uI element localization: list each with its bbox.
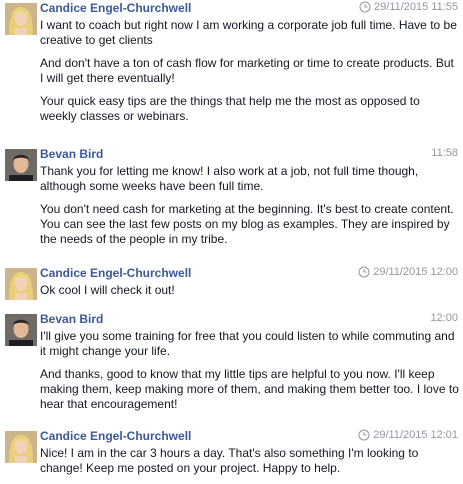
message-text: Ok cool I will check it out! xyxy=(40,283,175,297)
message-time: 11:55 xyxy=(431,1,458,13)
clock-icon xyxy=(358,266,370,278)
message-body: I'll give you some training for free tha… xyxy=(40,329,459,420)
message-text: I want to coach but right now I am worki… xyxy=(40,18,457,47)
clock-icon xyxy=(358,429,370,441)
sender-name[interactable]: Candice Engel-Churchwell xyxy=(40,266,191,280)
message-timestamp: 29/11/2015 12:00 xyxy=(358,266,458,278)
message-timestamp: 29/11/2015 12:01 xyxy=(358,429,458,441)
message-text: And don't have a ton of cash flow for ma… xyxy=(40,56,454,85)
sender-name[interactable]: Bevan Bird xyxy=(40,312,103,326)
sender-avatar[interactable] xyxy=(5,149,37,181)
clock-icon xyxy=(359,1,371,13)
sender-avatar[interactable] xyxy=(5,314,37,346)
message-time: 12:00 xyxy=(430,312,458,324)
message-group: Candice Engel-Churchwell 29/11/2015 12:0… xyxy=(0,428,463,481)
message-time: 12:00 xyxy=(430,266,458,278)
sender-name[interactable]: Bevan Bird xyxy=(40,147,103,161)
message-text: Your quick easy tips are the things that… xyxy=(40,94,420,123)
message-body: Ok cool I will check it out! xyxy=(40,283,459,306)
sender-name[interactable]: Candice Engel-Churchwell xyxy=(40,429,191,443)
sender-avatar[interactable] xyxy=(5,431,37,463)
message-timestamp: 29/11/2015 11:55 xyxy=(359,1,458,13)
message-date: 29/11/2015 xyxy=(373,429,428,441)
message-timestamp: 11:58 xyxy=(431,147,458,159)
message-group: Candice Engel-Churchwell 29/11/2015 11:5… xyxy=(0,0,463,134)
message-date: 29/11/2015 xyxy=(373,266,428,278)
message-timestamp: 12:00 xyxy=(430,312,458,324)
message-text: You don't need cash for marketing at the… xyxy=(40,202,454,246)
sender-name[interactable]: Candice Engel-Churchwell xyxy=(40,1,191,15)
message-text: Nice! I am in the car 3 hours a day. Tha… xyxy=(40,446,419,475)
message-body: I want to coach but right now I am worki… xyxy=(40,18,459,132)
message-body: Nice! I am in the car 3 hours a day. Tha… xyxy=(40,446,459,484)
message-thread: Candice Engel-Churchwell 29/11/2015 11:5… xyxy=(0,0,463,481)
message-text: I'll give you some training for free tha… xyxy=(40,329,455,358)
message-group: Bevan Bird 12:00 I'll give you some trai… xyxy=(0,311,463,423)
message-group: Bevan Bird 11:58 Thank you for letting m… xyxy=(0,146,463,260)
sender-avatar[interactable] xyxy=(5,3,37,35)
message-time: 11:58 xyxy=(431,147,458,159)
message-date: 29/11/2015 xyxy=(374,1,429,13)
message-text: Thank you for letting me know! I also wo… xyxy=(40,164,419,193)
message-text: And thanks, good to know that my little … xyxy=(40,367,459,411)
message-body: Thank you for letting me know! I also wo… xyxy=(40,164,459,255)
sender-avatar[interactable] xyxy=(5,268,37,300)
message-group: Candice Engel-Churchwell 29/11/2015 12:0… xyxy=(0,265,463,305)
message-time: 12:01 xyxy=(430,429,458,441)
